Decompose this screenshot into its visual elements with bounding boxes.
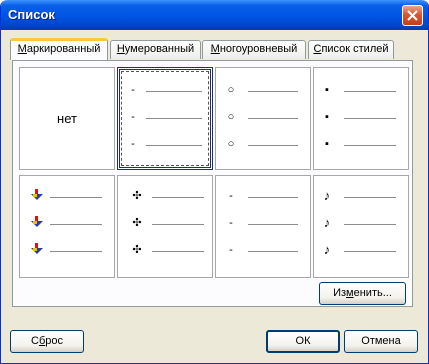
bullet-style-four-diamond[interactable]: ✣ ✣ ✣ [117, 175, 213, 278]
list-item: - [216, 217, 310, 231]
text-line [344, 224, 396, 225]
small-dash-bullet-icon: - [229, 190, 233, 202]
text-line [50, 251, 102, 252]
text-line [152, 251, 204, 252]
cancel-button[interactable]: Отмена [344, 330, 418, 353]
text-line [344, 145, 396, 146]
list-item: - [216, 190, 310, 204]
bullet-style-circle[interactable]: ○ ○ ○ [215, 67, 311, 170]
note-bullet-icon: ♪ [323, 215, 331, 230]
colored-pointer-bullet-icon [31, 189, 43, 200]
text-line [248, 91, 298, 92]
text-line [248, 197, 298, 198]
circle-bullet-icon: ○ [227, 138, 235, 150]
bullet-style-none[interactable]: нет [19, 67, 115, 170]
list-item [20, 189, 114, 204]
modify-button[interactable]: Изменить... [319, 282, 406, 305]
bullet-style-colored-pointer[interactable] [19, 175, 115, 278]
ok-button[interactable]: ОК [266, 330, 340, 353]
close-icon [407, 10, 418, 21]
list-item: ▪ [314, 138, 408, 152]
list-item: ○ [216, 138, 310, 152]
text-line [146, 145, 202, 146]
list-item: ✣ [118, 244, 212, 258]
dash-bullet-icon: - [131, 138, 135, 150]
list-item: ♪ [314, 215, 408, 231]
tab-list-styles[interactable]: Список стилей [308, 40, 394, 59]
list-item: ▪ [314, 84, 408, 98]
list-item: ✣ [118, 217, 212, 231]
list-item: - [120, 84, 210, 98]
text-line [152, 197, 204, 198]
list-item: ♪ [314, 242, 408, 258]
text-line [248, 251, 298, 252]
text-line [344, 251, 396, 252]
tab-multilevel[interactable]: Многоуровневый [202, 40, 306, 59]
text-line [248, 224, 298, 225]
text-line [50, 224, 102, 225]
four-diamond-bullet-icon: ✣ [132, 217, 142, 229]
text-line [248, 118, 298, 119]
reset-button[interactable]: Сброс [10, 330, 84, 353]
bullet-style-note[interactable]: ♪ ♪ ♪ [313, 175, 409, 278]
close-button[interactable] [402, 5, 423, 26]
title-bar[interactable]: Список [1, 0, 428, 30]
list-item: - [216, 244, 310, 258]
text-line [344, 118, 396, 119]
dialog-body: Маркированный Нумерованный Многоуровневы… [4, 30, 425, 361]
text-line [344, 91, 396, 92]
list-item [20, 216, 114, 231]
list-item: ○ [216, 84, 310, 98]
text-line [344, 197, 396, 198]
circle-bullet-icon: ○ [227, 84, 235, 96]
bullet-style-square[interactable]: ▪ ▪ ▪ [313, 67, 409, 170]
text-line [248, 145, 298, 146]
list-item: - [120, 138, 210, 152]
small-dash-bullet-icon: - [229, 244, 233, 256]
note-bullet-icon: ♪ [323, 188, 331, 203]
note-bullet-icon: ♪ [323, 242, 331, 257]
tab-bulleted[interactable]: Маркированный [10, 38, 108, 60]
list-item: - [120, 111, 210, 125]
tab-numbered[interactable]: Нумерованный [110, 40, 201, 59]
circle-bullet-icon: ○ [227, 111, 235, 123]
window-title: Список [8, 7, 55, 22]
list-item: ▪ [314, 111, 408, 125]
four-diamond-bullet-icon: ✣ [132, 244, 142, 256]
text-line [50, 197, 102, 198]
list-item: ○ [216, 111, 310, 125]
square-bullet-icon: ▪ [325, 111, 329, 123]
colored-pointer-bullet-icon [31, 216, 43, 227]
dash-bullet-icon: - [131, 84, 135, 96]
bullet-style-small-dash[interactable]: - - - [215, 175, 311, 278]
bullet-gallery-panel: нет - - - ○ ○ ○ ▪ ▪ ▪ ✣ ✣ ✣ - - - ♪ ♪ ♪ … [12, 60, 413, 307]
four-diamond-bullet-icon: ✣ [132, 190, 142, 202]
dash-bullet-icon: - [131, 111, 135, 123]
list-item: ✣ [118, 190, 212, 204]
colored-pointer-bullet-icon [31, 243, 43, 254]
bullet-style-dash[interactable]: - - - [117, 67, 213, 170]
square-bullet-icon: ▪ [325, 84, 329, 96]
list-item [20, 243, 114, 258]
small-dash-bullet-icon: - [229, 217, 233, 229]
list-item: ♪ [314, 188, 408, 204]
list-dialog: Список Маркированный Нумерованный Многоу… [0, 0, 429, 364]
text-line [152, 224, 204, 225]
text-line [146, 91, 202, 92]
square-bullet-icon: ▪ [325, 138, 329, 150]
none-label: нет [57, 111, 77, 126]
text-line [146, 118, 202, 119]
